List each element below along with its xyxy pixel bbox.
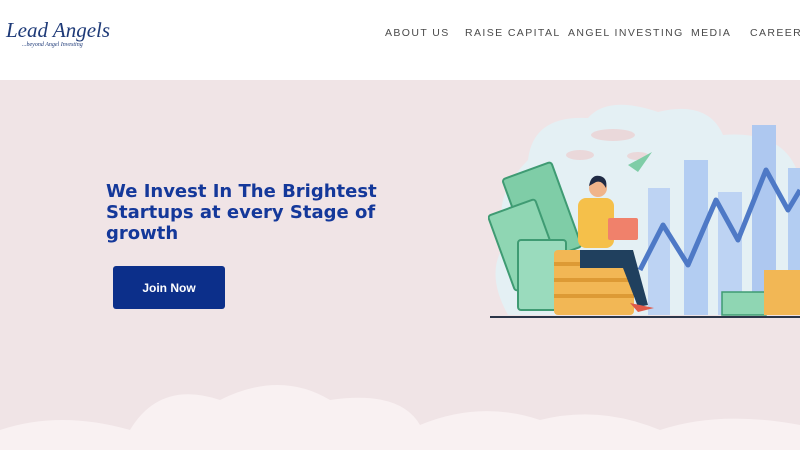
nav-item-angel-investing[interactable]: ANGEL INVESTING [568,27,684,39]
investor-illustration-icon [488,104,800,318]
cloud-icon [0,385,800,450]
site-header: Lead Angels ...beyond Angel Investing AB… [0,0,800,80]
hero-section: We Invest In The Brightest Startups at e… [0,80,800,450]
hero-title: We Invest In The Brightest Startups at e… [106,181,377,244]
join-now-button[interactable]: Join Now [113,266,225,309]
nav-item-media[interactable]: MEDIA [691,27,731,39]
main-nav: ABOUT US RAISE CAPITAL ANGEL INVESTING M… [0,27,800,41]
brand-tagline: ...beyond Angel Investing [22,42,83,48]
nav-item-careers[interactable]: CAREERS [750,27,800,39]
nav-item-about-us[interactable]: ABOUT US [385,27,450,39]
nav-item-raise-capital[interactable]: RAISE CAPITAL [465,27,561,39]
